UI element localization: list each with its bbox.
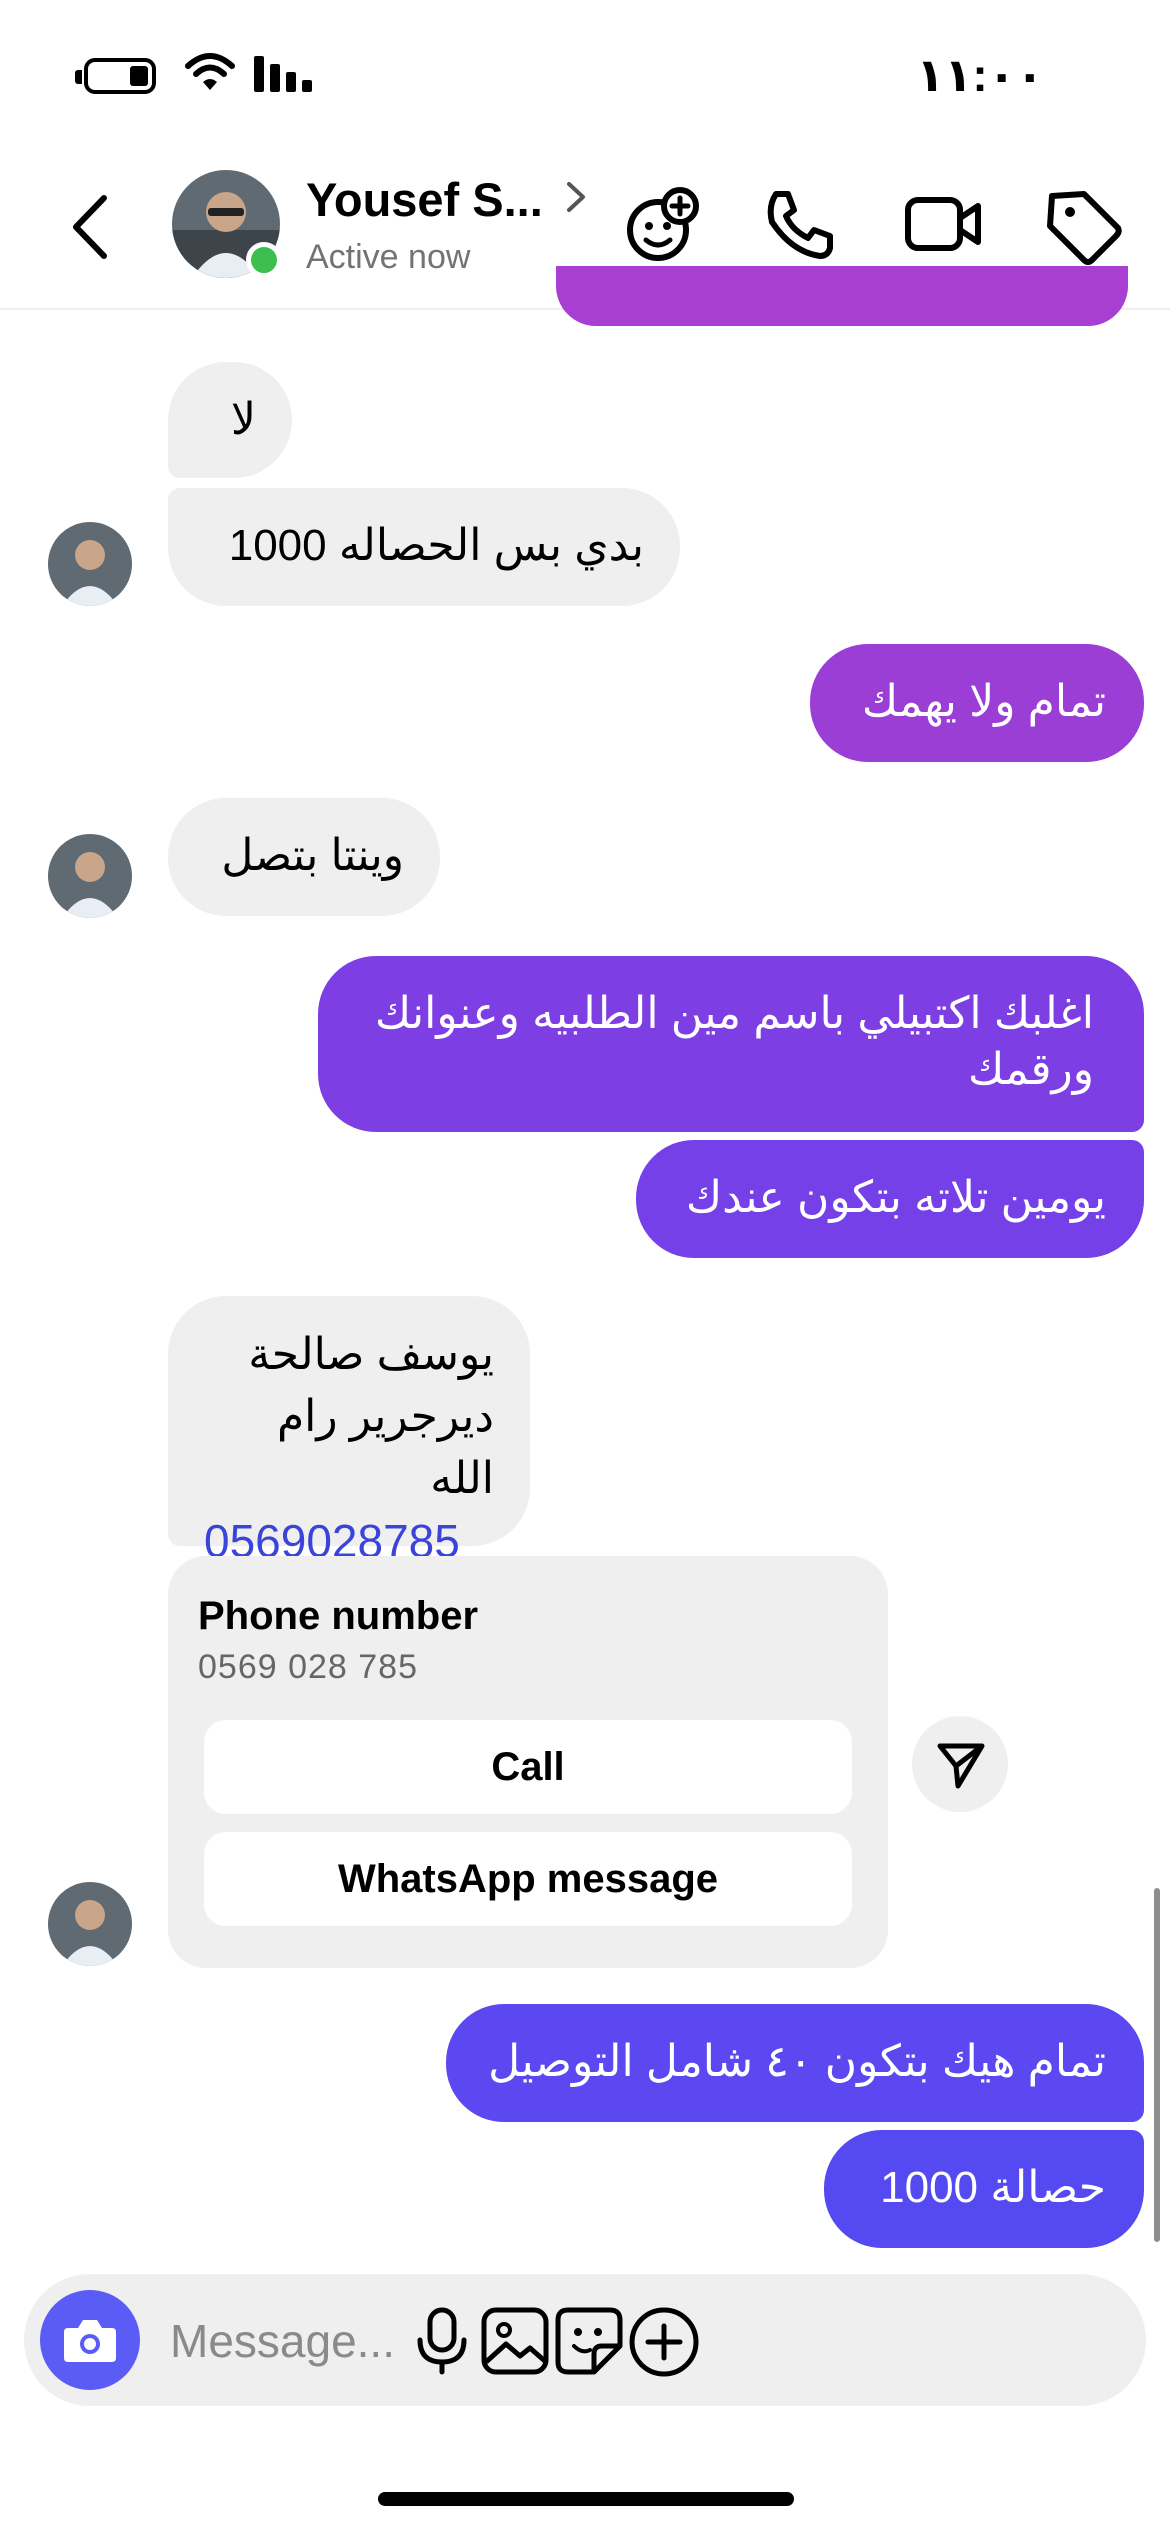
message-bubble-outgoing[interactable]: يومين تلاته بتكون عندك	[636, 1140, 1144, 1258]
message-text: لا	[230, 395, 256, 444]
camera-icon	[64, 2320, 116, 2362]
message-line: يوسف صالحة	[248, 1330, 494, 1379]
status-time: ١١:٠٠	[916, 49, 1044, 101]
scrollbar[interactable]	[1154, 1888, 1160, 2242]
message-bubble-outgoing[interactable]: حصالة 1000	[824, 2130, 1144, 2248]
sender-avatar[interactable]	[48, 1882, 132, 1966]
battery-icon	[84, 58, 156, 94]
message-bubble-outgoing[interactable]: تمام هيك بتكون ٤٠ شامل التوصيل	[446, 2004, 1144, 2122]
camera-button[interactable]	[40, 2290, 140, 2390]
phone-call-icon[interactable]	[762, 186, 838, 262]
card-title: Phone number	[198, 1594, 479, 1638]
add-effect-icon[interactable]	[622, 186, 702, 266]
home-indicator[interactable]	[378, 2492, 794, 2506]
message-bubble-incoming[interactable]: لا	[168, 362, 292, 478]
phone-number-card: Phone number 0569 028 785 Call WhatsApp …	[168, 1556, 888, 1968]
sticker-icon[interactable]	[554, 2306, 624, 2376]
message-bubble-partial[interactable]	[556, 266, 1128, 326]
whatsapp-message-button[interactable]: WhatsApp message	[204, 1832, 852, 1926]
message-line: ديرجرير رام الله	[276, 1392, 494, 1503]
wifi-icon	[185, 53, 235, 90]
back-arrow-icon[interactable]	[68, 192, 112, 262]
online-indicator	[246, 242, 282, 278]
gallery-icon[interactable]	[480, 2306, 550, 2376]
active-status: Active now	[306, 238, 471, 276]
sender-avatar[interactable]	[48, 834, 132, 918]
signal-icon	[254, 56, 312, 92]
video-call-icon[interactable]	[904, 186, 984, 262]
card-phone-number: 0569 028 785	[198, 1648, 418, 1686]
message-bubble-outgoing[interactable]: تمام ولا يهمك	[810, 644, 1144, 762]
message-text: يومين تلاته بتكون عندك	[685, 1173, 1106, 1222]
chevron-right-icon[interactable]	[565, 180, 587, 214]
message-text: تمام هيك بتكون ٤٠ شامل التوصيل	[488, 2037, 1106, 2086]
message-text: اغلبك اكتبيلي باسم مين الطلبيه وعنوانك و…	[374, 989, 1094, 1094]
share-button[interactable]	[912, 1716, 1008, 1812]
sender-avatar[interactable]	[48, 522, 132, 606]
message-text: وينتا بتصل	[221, 831, 404, 880]
message-composer	[24, 2274, 1146, 2406]
message-bubble-incoming[interactable]: وينتا بتصل	[168, 798, 440, 916]
message-text: بدي بس الحصاله 1000	[228, 521, 644, 570]
message-bubble-incoming[interactable]: يوسف صالحة ديرجرير رام الله 0569028785	[168, 1296, 530, 1567]
send-icon	[937, 1743, 985, 1789]
message-bubble-outgoing[interactable]: اغلبك اكتبيلي باسم مين الطلبيه وعنوانك و…	[318, 956, 1144, 1132]
battery-tip	[75, 70, 82, 84]
status-bar: ١١:٠٠	[0, 0, 1170, 150]
call-button[interactable]: Call	[204, 1720, 852, 1814]
message-bubble-incoming[interactable]: بدي بس الحصاله 1000	[168, 488, 680, 606]
microphone-icon[interactable]	[410, 2306, 474, 2376]
tag-icon[interactable]	[1044, 186, 1124, 266]
contact-name[interactable]: Yousef S...	[306, 172, 543, 227]
message-text: حصالة 1000	[880, 2163, 1106, 2212]
add-circle-icon[interactable]	[628, 2306, 700, 2378]
message-text: تمام ولا يهمك	[861, 677, 1106, 726]
